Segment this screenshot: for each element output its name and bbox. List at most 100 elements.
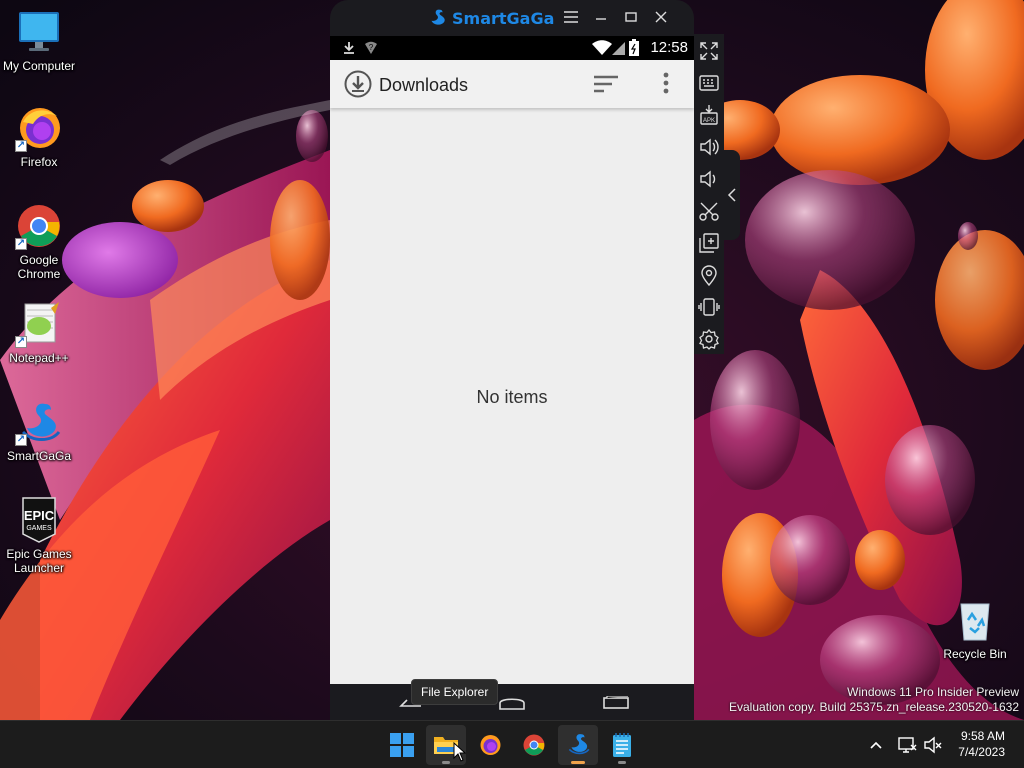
clock-time: 9:58 AM (960, 729, 1005, 743)
svg-text:GAMES: GAMES (26, 525, 52, 532)
downloads-app-icon (344, 70, 372, 98)
volume-up-button[interactable] (698, 136, 720, 158)
active-indicator (571, 761, 585, 764)
close-button[interactable] (652, 9, 670, 27)
file-explorer-tooltip: File Explorer (411, 679, 499, 705)
desktop-icon-recycle-bin[interactable]: Recycle Bin (936, 596, 1014, 661)
desktop-icon-smartgaga[interactable]: ↗ SmartGaGa (0, 398, 78, 463)
desktop-icon-label: Notepad++ (9, 351, 69, 365)
maximize-button[interactable] (622, 9, 640, 27)
chevron-left-icon (727, 188, 736, 202)
desktop-icon-epic-games[interactable]: EPIC GAMES Epic Games Launcher (0, 496, 78, 575)
shortcut-arrow-icon: ↗ (15, 238, 27, 250)
epic-games-icon: EPIC GAMES (15, 496, 63, 544)
smartgaga-icon: ↗ (15, 398, 63, 446)
fullscreen-button[interactable] (698, 40, 720, 62)
nav-home-button[interactable] (494, 688, 530, 716)
android-screen: ? 12:58 Downloads No items (330, 36, 694, 684)
clock-date: 7/4/2023 (958, 745, 1005, 759)
scissors-icon (699, 202, 719, 221)
volume-down-button[interactable] (698, 168, 720, 190)
cell-signal-icon (612, 42, 625, 55)
download-notification-icon (344, 42, 354, 54)
gear-icon (699, 328, 719, 350)
volume-muted-icon[interactable] (923, 735, 943, 755)
menu-button[interactable] (562, 9, 580, 27)
screenshot-button[interactable] (698, 200, 720, 222)
battery-icon (629, 39, 639, 56)
android-status-bar: ? 12:58 (330, 36, 694, 60)
start-icon (390, 733, 414, 757)
nav-recents-button[interactable] (598, 688, 634, 716)
shortcut-arrow-icon: ↗ (15, 140, 27, 152)
minimize-button[interactable] (592, 9, 610, 27)
notepad-icon (613, 733, 631, 757)
toolbar-collapse-tab[interactable] (724, 150, 740, 240)
home-icon (499, 698, 525, 710)
notepadpp-icon: ↗ (15, 300, 63, 348)
emulator-logo: SmartGaGa (426, 7, 554, 29)
fullscreen-icon (700, 42, 718, 60)
desktop-icon-chrome[interactable]: ↗ Google Chrome (0, 202, 78, 281)
system-clock[interactable]: 9:58 AM 7/4/2023 (958, 728, 1005, 760)
desktop-icon-my-computer[interactable]: My Computer (0, 8, 78, 73)
android-nav-bar (330, 684, 694, 720)
monitor-icon (15, 8, 63, 56)
recents-icon (603, 695, 629, 709)
desktop-icon-label: My Computer (2, 59, 76, 73)
taskbar-firefox[interactable] (470, 725, 510, 765)
no-signal-icon: ? (365, 41, 377, 54)
hamburger-icon (564, 11, 578, 23)
firefox-icon: ↗ (15, 104, 63, 152)
watermark-build: Evaluation copy. Build 25375.zn_release.… (729, 700, 1019, 714)
shortcut-arrow-icon: ↗ (15, 336, 27, 348)
smartgaga-logo-icon (431, 9, 445, 25)
location-button[interactable] (698, 264, 720, 287)
windows-watermark: Windows 11 Pro Insider Preview Evaluatio… (729, 685, 1019, 715)
volume-up-icon (700, 138, 719, 156)
page-title: Downloads (379, 75, 469, 95)
shake-button[interactable] (698, 296, 720, 318)
watermark-edition: Windows 11 Pro Insider Preview (847, 685, 1019, 699)
volume-down-icon (700, 170, 716, 188)
wifi-icon (592, 40, 612, 55)
maximize-icon (625, 12, 637, 22)
overflow-menu-button[interactable] (656, 72, 676, 96)
taskbar: 9:58 AM 7/4/2023 (0, 720, 1024, 768)
recycle-bin-icon (951, 596, 999, 644)
desktop-icon-label: Google Chrome (17, 253, 61, 281)
apk-icon: APK (700, 105, 718, 125)
multi-instance-button[interactable] (698, 232, 720, 254)
network-icon[interactable] (897, 735, 917, 755)
chevron-up-icon[interactable] (866, 735, 886, 755)
minimize-icon (596, 18, 606, 20)
desktop-icon-label: SmartGaGa (6, 449, 72, 463)
taskbar-notepad[interactable] (602, 725, 642, 765)
install-apk-button[interactable]: APK (698, 104, 720, 126)
svg-text:EPIC: EPIC (24, 508, 55, 523)
vibrate-icon (698, 298, 720, 316)
keyboard-icon (699, 75, 719, 91)
keyboard-button[interactable] (698, 72, 720, 94)
shortcut-arrow-icon: ↗ (15, 434, 27, 446)
emulator-side-toolbar: APK (694, 34, 724, 354)
svg-text:?: ? (369, 43, 374, 52)
more-vertical-icon (663, 72, 669, 94)
location-pin-icon (701, 265, 717, 287)
chrome-icon (523, 734, 545, 756)
downloads-app-bar: Downloads (330, 60, 694, 108)
start-button[interactable] (382, 725, 422, 765)
running-indicator (442, 761, 450, 764)
settings-button[interactable] (698, 328, 720, 350)
smartgaga-icon (568, 734, 590, 755)
svg-text:APK: APK (703, 118, 715, 124)
desktop-icon-notepadpp[interactable]: ↗ Notepad++ (0, 300, 78, 365)
desktop-icon-label: Recycle Bin (943, 647, 1007, 661)
taskbar-chrome[interactable] (514, 725, 554, 765)
chrome-icon: ↗ (15, 202, 63, 250)
mouse-cursor-icon (453, 742, 467, 762)
taskbar-smartgaga[interactable] (558, 725, 598, 765)
sort-button[interactable] (592, 72, 624, 96)
desktop-icon-firefox[interactable]: ↗ Firefox (0, 104, 78, 169)
emulator-titlebar[interactable]: SmartGaGa (330, 0, 694, 36)
